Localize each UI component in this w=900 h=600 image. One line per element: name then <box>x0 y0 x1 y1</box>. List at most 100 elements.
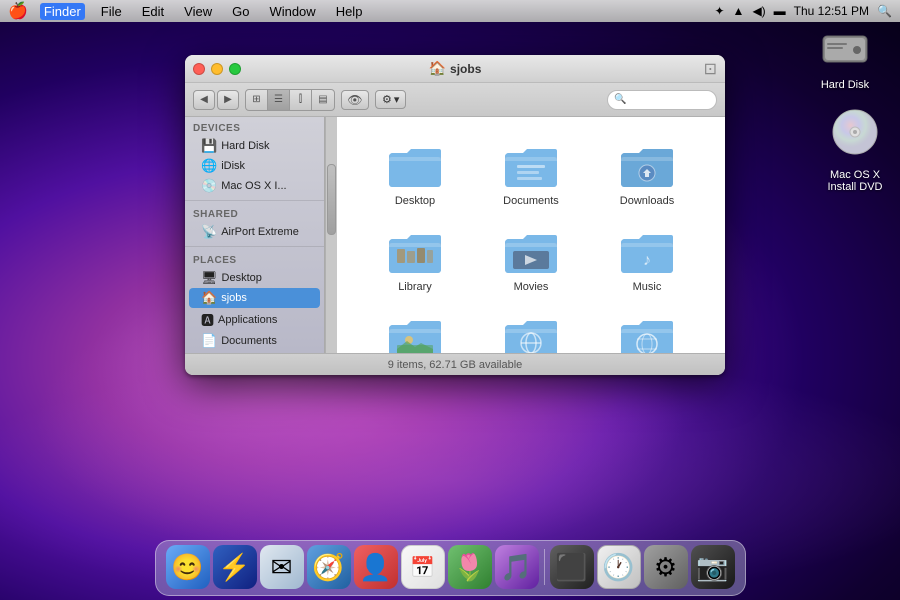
dock-item-clock[interactable]: 🕐 <box>597 545 641 589</box>
systemprefs-icon: ⚙ <box>654 552 677 583</box>
dock-item-iphoto[interactable]: 🌷 <box>448 545 492 589</box>
mail-icon: ✉ <box>271 552 293 583</box>
action-button[interactable]: ⚙ ▾ <box>375 90 406 109</box>
dock-item-finder[interactable]: 😊 <box>166 545 210 589</box>
close-button[interactable] <box>193 63 205 75</box>
sidebar-header-shared: SHARED <box>185 207 324 222</box>
dock: 😊 ⚡ ✉ 🧭 👤 <box>155 540 746 596</box>
dock-item-itunes[interactable]: 🎵 <box>495 545 539 589</box>
menu-window[interactable]: Window <box>265 4 319 19</box>
view-icon-button[interactable]: ⊞ <box>246 90 268 110</box>
search-box[interactable]: 🔍 <box>607 90 717 110</box>
menu-help[interactable]: Help <box>332 4 367 19</box>
safari-icon: 🧭 <box>312 552 344 583</box>
sidebar-label-applications: Applications <box>218 314 277 326</box>
folder-documents-label: Documents <box>503 195 559 207</box>
sidebar-item-idisk[interactable]: 🌐 iDisk <box>185 156 324 176</box>
menu-finder[interactable]: Finder <box>40 3 85 20</box>
folder-downloads[interactable]: Downloads <box>589 137 705 213</box>
apple-menu[interactable]: 🍎 <box>8 1 28 21</box>
spotlight-icon[interactable]: 🔍 <box>877 4 892 18</box>
view-coverflow-button[interactable]: ▤ <box>312 90 334 110</box>
sidebar-label-desktop: Desktop <box>222 272 262 284</box>
sidebar-item-desktop[interactable]: 🖥 Desktop <box>185 268 324 288</box>
sidebar: DEVICES 💾 Hard Disk 🌐 iDisk 💿 Mac OS X I… <box>185 117 325 353</box>
view-buttons: ⊞ ☰ ⫿ ▤ <box>245 89 335 111</box>
title-bar: 🏠 sjobs ⊡ <box>185 55 725 83</box>
sidebar-section-shared: SHARED 📡 AirPort Extreme <box>185 203 324 244</box>
dock-item-aperture[interactable]: 📷 <box>691 545 735 589</box>
maximize-button[interactable] <box>229 63 241 75</box>
dock-item-systemprefs[interactable]: ⚙ <box>644 545 688 589</box>
airport-icon: 📡 <box>201 224 217 240</box>
sidebar-header-places: PLACES <box>185 253 324 268</box>
apps-icon: 🅰 <box>201 310 214 329</box>
iphoto-icon: 🌷 <box>453 552 485 583</box>
traffic-lights <box>193 63 241 75</box>
home-icon: 🏠 <box>429 60 446 77</box>
sidebar-item-documents[interactable]: 📄 Documents <box>185 331 324 351</box>
file-icon-grid: Desktop Documents <box>349 129 713 353</box>
folder-movies-label: Movies <box>514 281 549 293</box>
menu-edit[interactable]: Edit <box>138 4 168 19</box>
dvd-icon <box>831 108 879 165</box>
folder-movies[interactable]: Movies <box>473 223 589 299</box>
view-list-button[interactable]: ☰ <box>268 90 290 110</box>
sidebar-scrollbar[interactable] <box>325 117 337 353</box>
dock-item-spaces[interactable]: ⬛ <box>550 545 594 589</box>
menu-file[interactable]: File <box>97 4 126 19</box>
sidebar-item-dvd[interactable]: 💿 Mac OS X I... <box>185 176 324 196</box>
folder-desktop[interactable]: Desktop <box>357 137 473 213</box>
search-icon: 🔍 <box>614 94 626 105</box>
folder-music-label: Music <box>633 281 662 293</box>
eye-icon: 👁 <box>347 93 362 107</box>
dock-item-ical[interactable]: 📅 <box>401 545 445 589</box>
quick-look-button[interactable]: 👁 <box>341 90 369 110</box>
sidebar-label-sjobs: sjobs <box>221 292 247 304</box>
folder-documents[interactable]: Documents <box>473 137 589 213</box>
folder-library[interactable]: Library <box>357 223 473 299</box>
minimize-button[interactable] <box>211 63 223 75</box>
dvd-sidebar-icon: 💿 <box>201 178 217 194</box>
desktop: 🍎 Finder File Edit View Go Window Help ✦… <box>0 0 900 600</box>
toolbar: ◀ ▶ ⊞ ☰ ⫿ ▤ 👁 ⚙ ▾ 🔍 <box>185 83 725 117</box>
menu-go[interactable]: Go <box>228 4 253 19</box>
window-title: 🏠 sjobs <box>429 60 482 77</box>
folder-music[interactable]: ♪ Music <box>589 223 705 299</box>
idisk-icon: 🌐 <box>201 158 217 174</box>
sidebar-section-devices: DEVICES 💾 Hard Disk 🌐 iDisk 💿 Mac OS X I… <box>185 117 324 198</box>
dock-item-mail[interactable]: ✉ <box>260 545 304 589</box>
sidebar-scrollbar-thumb[interactable] <box>327 164 336 235</box>
dock-item-dashboard[interactable]: ⚡ <box>213 545 257 589</box>
folder-pictures[interactable]: Pictures <box>357 309 473 353</box>
sidebar-item-applications[interactable]: 🅰 Applications <box>185 308 324 331</box>
hdd-icon: 💾 <box>201 138 217 154</box>
sidebar-item-harddisk[interactable]: 💾 Hard Disk <box>185 136 324 156</box>
bluetooth-icon: ✦ <box>714 4 724 18</box>
nav-buttons: ◀ ▶ <box>193 90 239 110</box>
resize-icon[interactable]: ⊡ <box>704 59 717 79</box>
dock-item-addressbook[interactable]: 👤 <box>354 545 398 589</box>
clock-icon: 🕐 <box>602 552 634 583</box>
svg-text:♪: ♪ <box>643 252 651 269</box>
home-sidebar-icon: 🏠 <box>201 290 217 306</box>
gear-icon: ⚙ <box>382 93 392 106</box>
desktop-icon-dvd[interactable]: Mac OS X Install DVD <box>820 108 890 193</box>
back-button[interactable]: ◀ <box>193 90 215 110</box>
volume-icon: ◀) <box>752 4 765 18</box>
folder-public[interactable]: Public <box>473 309 589 353</box>
sidebar-item-airport[interactable]: 📡 AirPort Extreme <box>185 222 324 242</box>
harddisk-icon <box>821 30 869 75</box>
folder-sites[interactable]: Sites <box>589 309 705 353</box>
battery-icon: ▬ <box>774 4 786 18</box>
spaces-icon: ⬛ <box>555 552 587 583</box>
desktop-icon-harddisk[interactable]: Hard Disk <box>810 30 880 91</box>
itunes-icon: 🎵 <box>500 552 532 583</box>
sidebar-header-devices: DEVICES <box>185 121 324 136</box>
ical-icon: 📅 <box>410 555 435 580</box>
dock-item-safari[interactable]: 🧭 <box>307 545 351 589</box>
menu-view[interactable]: View <box>180 4 216 19</box>
forward-button[interactable]: ▶ <box>217 90 239 110</box>
sidebar-item-sjobs[interactable]: 🏠 sjobs <box>189 288 320 308</box>
view-column-button[interactable]: ⫿ <box>290 90 312 110</box>
